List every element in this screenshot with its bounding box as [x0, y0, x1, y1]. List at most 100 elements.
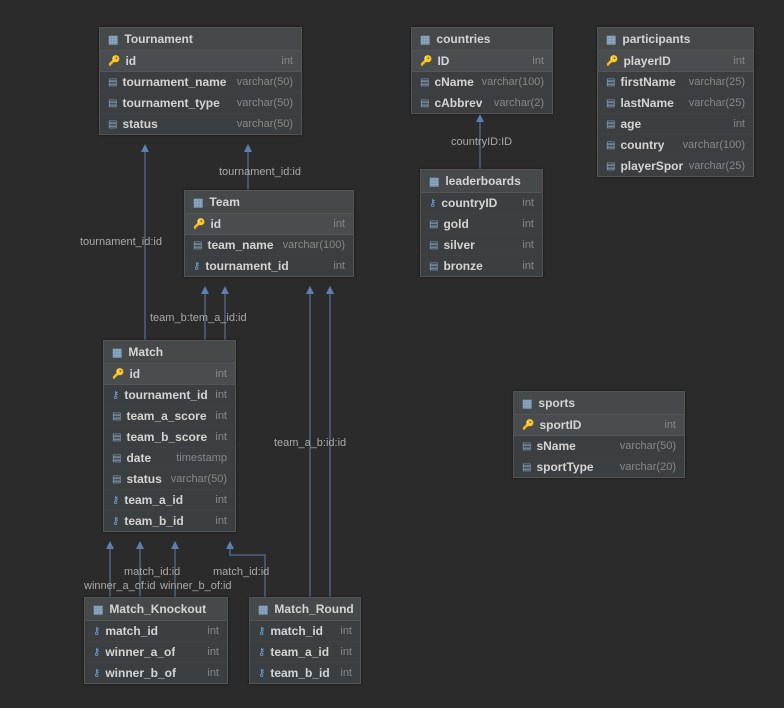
entity-body: 🔑IDint▤cNamevarchar(100)▤cAbbrevvarchar(… — [412, 51, 552, 113]
entity-header[interactable]: ▦Tournament — [100, 28, 301, 51]
column-row[interactable]: 🔑playerIDint — [598, 51, 753, 72]
column-type: varchar(50) — [614, 440, 676, 452]
column-icon: ▤ — [193, 240, 202, 251]
fk-icon: ⚷ — [193, 261, 200, 272]
column-type: int — [516, 218, 534, 230]
column-type: int — [727, 55, 745, 67]
column-row[interactable]: ⚷countryIDint — [421, 193, 542, 214]
column-row[interactable]: ▤sNamevarchar(50) — [514, 436, 684, 457]
rel-label: match_id:id — [124, 566, 180, 578]
entity-title: leaderboards — [445, 174, 520, 188]
column-name: id — [129, 367, 140, 381]
fk-icon: ⚷ — [93, 647, 100, 658]
entity-title: Match_Knockout — [109, 602, 206, 616]
column-type: varchar(100) — [277, 239, 345, 251]
entity-title: Match — [128, 345, 163, 359]
column-name: tournament_id — [124, 388, 207, 402]
column-row[interactable]: ⚷match_idint — [85, 621, 227, 642]
column-row[interactable]: ▤playerSportvarchar(25) — [598, 156, 753, 176]
column-row[interactable]: ▤ageint — [598, 114, 753, 135]
column-row[interactable]: ▤cAbbrevvarchar(2) — [412, 93, 552, 113]
column-icon: ▤ — [108, 98, 117, 109]
column-row[interactable]: ▤silverint — [421, 235, 542, 256]
column-name: date — [126, 451, 151, 465]
entity-match_knockout[interactable]: ▦Match_Knockout⚷match_idint⚷winner_a_ofi… — [84, 597, 228, 684]
column-row[interactable]: 🔑idint — [100, 51, 301, 72]
entity-tournament[interactable]: ▦Tournament🔑idint▤tournament_namevarchar… — [99, 27, 302, 135]
entity-header[interactable]: ▦sports — [514, 392, 684, 415]
column-row[interactable]: 🔑idint — [185, 214, 353, 235]
column-type: int — [334, 667, 352, 679]
entity-body: 🔑idint▤team_namevarchar(100)⚷tournament_… — [185, 214, 353, 276]
entity-sports[interactable]: ▦sports🔑sportIDint▤sNamevarchar(50)▤spor… — [513, 391, 685, 478]
entity-match_round[interactable]: ▦Match_Round⚷match_idint⚷team_a_idint⚷te… — [249, 597, 361, 684]
column-type: int — [516, 260, 534, 272]
entity-title: Team — [209, 195, 239, 209]
column-row[interactable]: ▤goldint — [421, 214, 542, 235]
column-row[interactable]: ▤tournament_namevarchar(50) — [100, 72, 301, 93]
column-row[interactable]: 🔑sportIDint — [514, 415, 684, 436]
column-row[interactable]: ▤cNamevarchar(100) — [412, 72, 552, 93]
column-row[interactable]: ▤datetimestamp — [104, 448, 235, 469]
column-row[interactable]: ▤countryvarchar(100) — [598, 135, 753, 156]
column-row[interactable]: ⚷winner_a_ofint — [85, 642, 227, 663]
column-row[interactable]: ▤tournament_typevarchar(50) — [100, 93, 301, 114]
entity-header[interactable]: ▦Match_Knockout — [85, 598, 227, 621]
column-name: lastName — [620, 96, 673, 110]
column-type: int — [209, 515, 227, 527]
column-type: varchar(25) — [683, 160, 745, 172]
column-type: varchar(25) — [683, 76, 745, 88]
column-row[interactable]: 🔑idint — [104, 364, 235, 385]
fk-icon: ⚷ — [93, 626, 100, 637]
column-row[interactable]: ⚷match_idint — [250, 621, 360, 642]
column-name: cName — [434, 75, 473, 89]
column-row[interactable]: ⚷team_b_idint — [104, 511, 235, 531]
column-row[interactable]: ▤statusvarchar(50) — [104, 469, 235, 490]
entity-header[interactable]: ▦Match — [104, 341, 235, 364]
entity-header[interactable]: ▦countries — [412, 28, 552, 51]
column-row[interactable]: ⚷tournament_idint — [185, 256, 353, 276]
pk-icon: 🔑 — [606, 56, 618, 67]
entity-countries[interactable]: ▦countries🔑IDint▤cNamevarchar(100)▤cAbbr… — [411, 27, 553, 114]
entity-title: Match_Round — [274, 602, 353, 616]
column-row[interactable]: ⚷winner_b_ofint — [85, 663, 227, 683]
entity-participants[interactable]: ▦participants🔑playerIDint▤firstNamevarch… — [597, 27, 754, 177]
entity-header[interactable]: ▦Match_Round — [250, 598, 360, 621]
column-name: cAbbrev — [434, 96, 482, 110]
fk-icon: ⚷ — [258, 626, 265, 637]
column-row[interactable]: ⚷team_a_idint — [250, 642, 360, 663]
column-row[interactable]: ⚷team_a_idint — [104, 490, 235, 511]
fk-icon: ⚷ — [258, 647, 265, 658]
column-type: int — [516, 197, 534, 209]
column-row[interactable]: 🔑IDint — [412, 51, 552, 72]
column-row[interactable]: ▤sportTypevarchar(20) — [514, 457, 684, 477]
column-type: varchar(50) — [165, 473, 227, 485]
entity-body: 🔑playerIDint▤firstNamevarchar(25)▤lastNa… — [598, 51, 753, 176]
column-row[interactable]: ▤firstNamevarchar(25) — [598, 72, 753, 93]
fk-icon: ⚷ — [258, 668, 265, 679]
entity-header[interactable]: ▦Team — [185, 191, 353, 214]
column-row[interactable]: ▤team_namevarchar(100) — [185, 235, 353, 256]
column-row[interactable]: ▤statusvarchar(50) — [100, 114, 301, 134]
column-type: int — [526, 55, 544, 67]
entity-match[interactable]: ▦Match🔑idint⚷tournament_idint▤team_a_sco… — [103, 340, 236, 532]
erd-canvas[interactable]: tournament_id:id tournament_id:id team_b… — [0, 0, 784, 708]
column-row[interactable]: ▤bronzeint — [421, 256, 542, 276]
entity-team[interactable]: ▦Team🔑idint▤team_namevarchar(100)⚷tourna… — [184, 190, 354, 277]
entity-header[interactable]: ▦leaderboards — [421, 170, 542, 193]
column-type: int — [275, 55, 293, 67]
column-row[interactable]: ⚷team_b_idint — [250, 663, 360, 683]
entity-leaderboards[interactable]: ▦leaderboards⚷countryIDint▤goldint▤silve… — [420, 169, 543, 277]
entity-header[interactable]: ▦participants — [598, 28, 753, 51]
column-row[interactable]: ▤team_a_scoreint — [104, 406, 235, 427]
entity-body: ⚷countryIDint▤goldint▤silverint▤bronzein… — [421, 193, 542, 276]
entity-body: 🔑idint⚷tournament_idint▤team_a_scoreint▤… — [104, 364, 235, 531]
column-row[interactable]: ▤team_b_scoreint — [104, 427, 235, 448]
column-row[interactable]: ⚷tournament_idint — [104, 385, 235, 406]
column-type: int — [209, 389, 227, 401]
column-type: varchar(50) — [231, 76, 293, 88]
entity-title: countries — [436, 32, 490, 46]
column-icon: ▤ — [112, 432, 121, 443]
column-row[interactable]: ▤lastNamevarchar(25) — [598, 93, 753, 114]
column-name: winner_a_of — [105, 645, 175, 659]
